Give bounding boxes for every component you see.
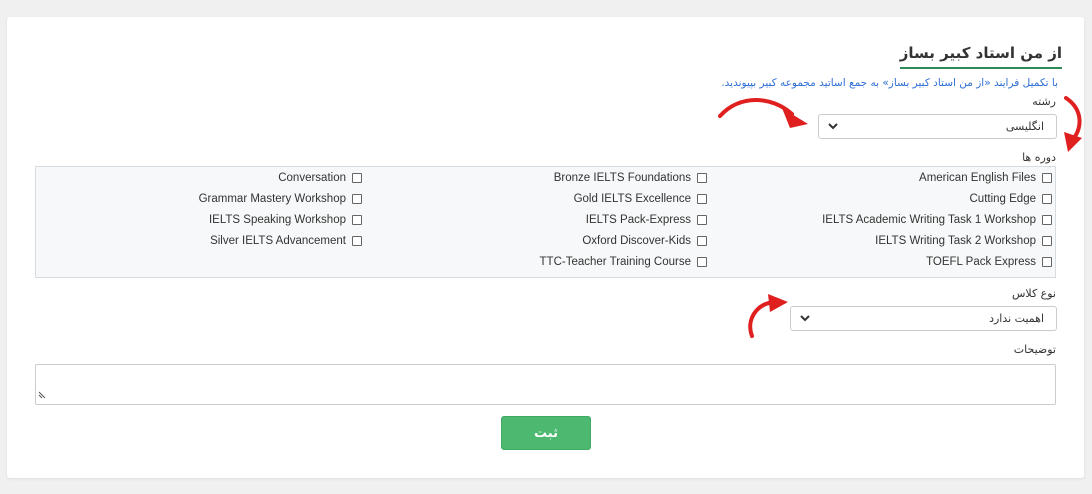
course-option[interactable]: IELTS Speaking Workshop — [209, 214, 362, 226]
course-checkbox[interactable] — [697, 236, 707, 246]
course-checkbox[interactable] — [352, 215, 362, 225]
course-label: Cutting Edge — [969, 193, 1037, 205]
annotation-arrow-icon — [718, 98, 808, 128]
class-type-label: نوع کلاس — [1011, 287, 1056, 300]
course-option[interactable]: Cutting Edge — [969, 193, 1052, 205]
course-label: IELTS Pack-Express — [585, 214, 691, 226]
courses-box: American English Files Cutting Edge IELT… — [35, 166, 1056, 278]
course-checkbox[interactable] — [352, 173, 362, 183]
course-label: IELTS Writing Task 2 Workshop — [875, 235, 1036, 247]
course-label: Gold IELTS Excellence — [573, 193, 691, 205]
chevron-down-icon — [827, 119, 839, 136]
course-option[interactable]: IELTS Academic Writing Task 1 Workshop — [822, 214, 1052, 226]
course-checkbox[interactable] — [697, 194, 707, 204]
course-label: American English Files — [919, 172, 1036, 184]
course-label: IELTS Academic Writing Task 1 Workshop — [822, 214, 1036, 226]
field-select-value: انگلیسی — [1005, 120, 1044, 133]
course-option[interactable]: Bronze IELTS Foundations — [554, 172, 707, 184]
course-checkbox[interactable] — [352, 194, 362, 204]
resize-handle-icon[interactable] — [38, 384, 46, 403]
course-option[interactable]: Conversation — [278, 172, 362, 184]
class-type-select-value: اهمیت ندارد — [989, 312, 1044, 325]
field-label: رشته — [1032, 95, 1056, 108]
course-label: Grammar Mastery Workshop — [198, 193, 346, 205]
description-label: توضیحات — [1013, 343, 1056, 356]
course-label: Silver IELTS Advancement — [210, 235, 346, 247]
course-option[interactable]: Silver IELTS Advancement — [210, 235, 362, 247]
course-checkbox[interactable] — [1042, 215, 1052, 225]
course-label: Bronze IELTS Foundations — [553, 172, 691, 184]
course-option[interactable]: TOEFL Pack Express — [926, 256, 1052, 268]
course-label: TTC-Teacher Training Course — [539, 256, 691, 268]
course-option[interactable]: Grammar Mastery Workshop — [199, 193, 362, 205]
course-checkbox[interactable] — [697, 173, 707, 183]
description-textarea[interactable] — [35, 364, 1056, 405]
page-subtitle: با تکمیل فرایند «از من استاد کبیر بساز» … — [721, 77, 1058, 89]
course-label: Conversation — [278, 172, 346, 184]
page-title: از من استاد کبیر بساز — [899, 44, 1062, 69]
course-checkbox[interactable] — [352, 236, 362, 246]
course-checkbox[interactable] — [697, 257, 707, 267]
course-label: Oxford Discover-Kids — [582, 235, 691, 247]
annotation-arrow-icon — [748, 294, 788, 338]
course-option[interactable]: Gold IELTS Excellence — [574, 193, 707, 205]
course-checkbox[interactable] — [1042, 257, 1052, 267]
course-option[interactable]: Oxford Discover-Kids — [582, 235, 707, 247]
course-option[interactable]: IELTS Pack-Express — [586, 214, 707, 226]
course-checkbox[interactable] — [1042, 236, 1052, 246]
course-label: TOEFL Pack Express — [926, 256, 1036, 268]
field-select[interactable]: انگلیسی — [818, 114, 1057, 139]
class-type-select[interactable]: اهمیت ندارد — [790, 306, 1057, 331]
course-checkbox[interactable] — [1042, 194, 1052, 204]
course-label: IELTS Speaking Workshop — [208, 214, 346, 226]
course-option[interactable]: American English Files — [919, 172, 1052, 184]
course-checkbox[interactable] — [1042, 173, 1052, 183]
course-option[interactable]: IELTS Writing Task 2 Workshop — [875, 235, 1052, 247]
annotation-arrow-icon — [1064, 96, 1082, 152]
chevron-down-icon — [799, 311, 811, 328]
courses-label: دوره ها — [1022, 151, 1056, 164]
submit-button[interactable]: ثبت — [501, 416, 591, 450]
course-option[interactable]: TTC-Teacher Training Course — [540, 256, 707, 268]
course-checkbox[interactable] — [697, 215, 707, 225]
